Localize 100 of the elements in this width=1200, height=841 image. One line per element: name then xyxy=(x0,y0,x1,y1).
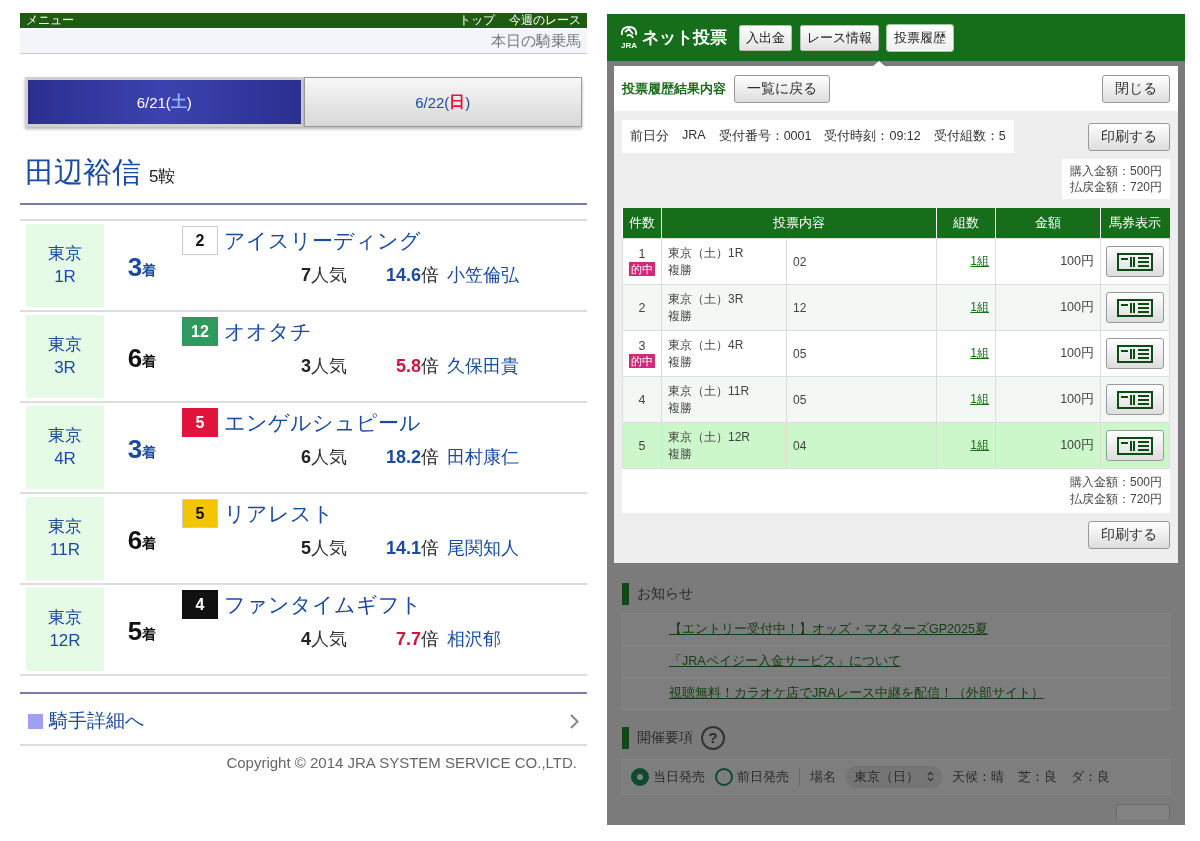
bet-amount: 100円 xyxy=(1060,392,1094,407)
track-condition: 天候：晴 xyxy=(952,767,1004,786)
odds: 14.6倍 xyxy=(384,264,439,287)
trainer-name: 相沢郁 xyxy=(447,628,502,651)
copyright: Copyright © 2014 JRA SYSTEM SERVICE CO.,LTD. xyxy=(225,754,578,771)
sale-radio[interactable]: 当日発売 xyxy=(631,767,705,786)
dialog-title: 投票履歴結果内容 xyxy=(622,79,726,98)
bet-type: 複勝 xyxy=(668,399,693,417)
horse-name[interactable]: ファンタイムギフト xyxy=(224,590,422,619)
bet-selection: 02 xyxy=(793,254,807,269)
finish-place: 6着 xyxy=(126,341,158,375)
nav-tab[interactable]: レース情報 xyxy=(800,24,879,51)
ticket-icon xyxy=(1117,298,1153,317)
race-venue[interactable]: 東京 1R xyxy=(26,224,104,307)
race-venue[interactable]: 東京 11R xyxy=(26,497,104,580)
horse-name[interactable]: エンゲルシュピール xyxy=(224,408,421,437)
ticket-button[interactable] xyxy=(1106,246,1164,278)
sale-radio[interactable]: 前日発売 xyxy=(715,767,789,786)
bet-type: 複勝 xyxy=(668,353,693,371)
totals-summary: 購入金額：500円 払戻金額：720円 xyxy=(1061,159,1170,200)
popularity: 3人気 xyxy=(300,355,347,378)
horse-name[interactable]: オオタチ xyxy=(224,317,312,346)
receipt-info: 受付時刻：09:12 xyxy=(824,128,921,145)
post-number: 12 xyxy=(182,317,218,346)
combination-link[interactable]: 1組 xyxy=(970,392,989,407)
nav-link[interactable]: トップ xyxy=(459,13,495,28)
radio-icon[interactable] xyxy=(631,767,649,786)
column-header: 組数 xyxy=(936,208,996,239)
trainer-name: 久保田貴 xyxy=(447,355,520,378)
app-title: ネット投票 xyxy=(642,27,727,49)
jockey-detail-link[interactable]: 騎手詳細へ xyxy=(28,708,144,734)
row-number: 2 xyxy=(637,300,647,316)
combination-link[interactable]: 1組 xyxy=(970,346,989,361)
trainer-name: 田村康仁 xyxy=(447,446,520,469)
race-venue[interactable]: 東京 12R xyxy=(26,588,104,671)
hit-badge: 的中 xyxy=(629,353,655,369)
horse-name[interactable]: アイスリーディング xyxy=(224,226,421,255)
chevron-updown-icon xyxy=(927,771,934,783)
nav-tab[interactable]: 入出金 xyxy=(739,24,792,51)
ticket-button[interactable] xyxy=(1106,338,1164,370)
race-venue[interactable]: 東京 4R xyxy=(26,406,104,489)
bet-amount: 100円 xyxy=(1060,346,1094,361)
trainer-name: 小笠倫弘 xyxy=(447,264,520,287)
column-header: 投票内容 xyxy=(661,208,937,239)
bet-selection: 05 xyxy=(793,392,807,407)
bet-type: 複勝 xyxy=(668,307,693,325)
venue-label: 場名 xyxy=(810,767,836,786)
column-header: 馬券表示 xyxy=(1100,208,1170,239)
column-header: 件数 xyxy=(622,208,662,239)
ticket-button[interactable] xyxy=(1106,430,1164,462)
close-button[interactable]: 閉じる xyxy=(1102,74,1170,103)
race-name: 東京（土）3R xyxy=(668,291,745,308)
race-name: 東京（土）4R xyxy=(668,337,745,354)
section-marker xyxy=(622,582,629,605)
nav-link[interactable]: 今週のレース xyxy=(509,13,581,28)
bet-selection: 04 xyxy=(793,438,807,453)
finish-place: 6着 xyxy=(126,523,158,557)
day-tab[interactable]: 6/22(日) xyxy=(303,77,582,127)
mount-count: 5鞍 xyxy=(149,166,176,188)
odds: 18.2倍 xyxy=(384,446,439,469)
ticket-icon xyxy=(1117,436,1153,455)
ticket-button[interactable] xyxy=(1106,384,1164,416)
popularity: 6人気 xyxy=(300,446,347,469)
section-marker xyxy=(622,726,629,749)
row-number: 3 xyxy=(637,339,647,354)
finish-place: 5着 xyxy=(126,614,158,648)
row-number: 5 xyxy=(637,438,647,454)
popularity: 4人気 xyxy=(300,628,347,651)
popularity: 5人気 xyxy=(300,537,347,560)
back-to-list-button[interactable]: 一覧に戻る xyxy=(734,74,830,103)
bet-selection: 05 xyxy=(793,346,807,361)
section-title: 開催要項 xyxy=(637,728,693,747)
bet-type: 複勝 xyxy=(668,261,693,279)
combination-link[interactable]: 1組 xyxy=(970,300,989,315)
chevron-right-icon[interactable] xyxy=(570,713,579,729)
race-name: 東京（土）1R xyxy=(668,245,745,262)
race-venue[interactable]: 東京 3R xyxy=(26,315,104,398)
horse-name[interactable]: リアレスト xyxy=(224,499,334,528)
combination-link[interactable]: 1組 xyxy=(970,438,989,453)
race-name: 東京（土）12R xyxy=(668,429,751,446)
track-condition: 芝：良 xyxy=(1018,767,1057,786)
print-button[interactable]: 印刷する xyxy=(1088,123,1170,151)
day-tab[interactable]: 6/21(土) xyxy=(25,77,304,127)
nav-tab[interactable]: 投票履歴 xyxy=(887,24,953,51)
post-number: 5 xyxy=(182,408,218,437)
odds: 5.8倍 xyxy=(394,355,439,378)
finish-place: 3着 xyxy=(126,250,158,284)
bet-amount: 100円 xyxy=(1060,438,1094,453)
finish-place: 3着 xyxy=(126,432,158,466)
combination-link[interactable]: 1組 xyxy=(970,254,989,269)
ticket-button[interactable] xyxy=(1106,292,1164,324)
bet-type: 複勝 xyxy=(668,445,693,463)
track-condition: ダ：良 xyxy=(1071,767,1110,786)
menu-link[interactable]: メニュー xyxy=(26,13,74,28)
odds: 14.1倍 xyxy=(384,537,439,560)
hit-badge: 的中 xyxy=(629,261,655,277)
print-button[interactable]: 印刷する xyxy=(1088,520,1170,549)
totals-summary: 購入金額：500円 払戻金額：720円 xyxy=(622,469,1170,513)
radio-icon[interactable] xyxy=(715,767,733,786)
odds: 7.7倍 xyxy=(394,628,439,651)
